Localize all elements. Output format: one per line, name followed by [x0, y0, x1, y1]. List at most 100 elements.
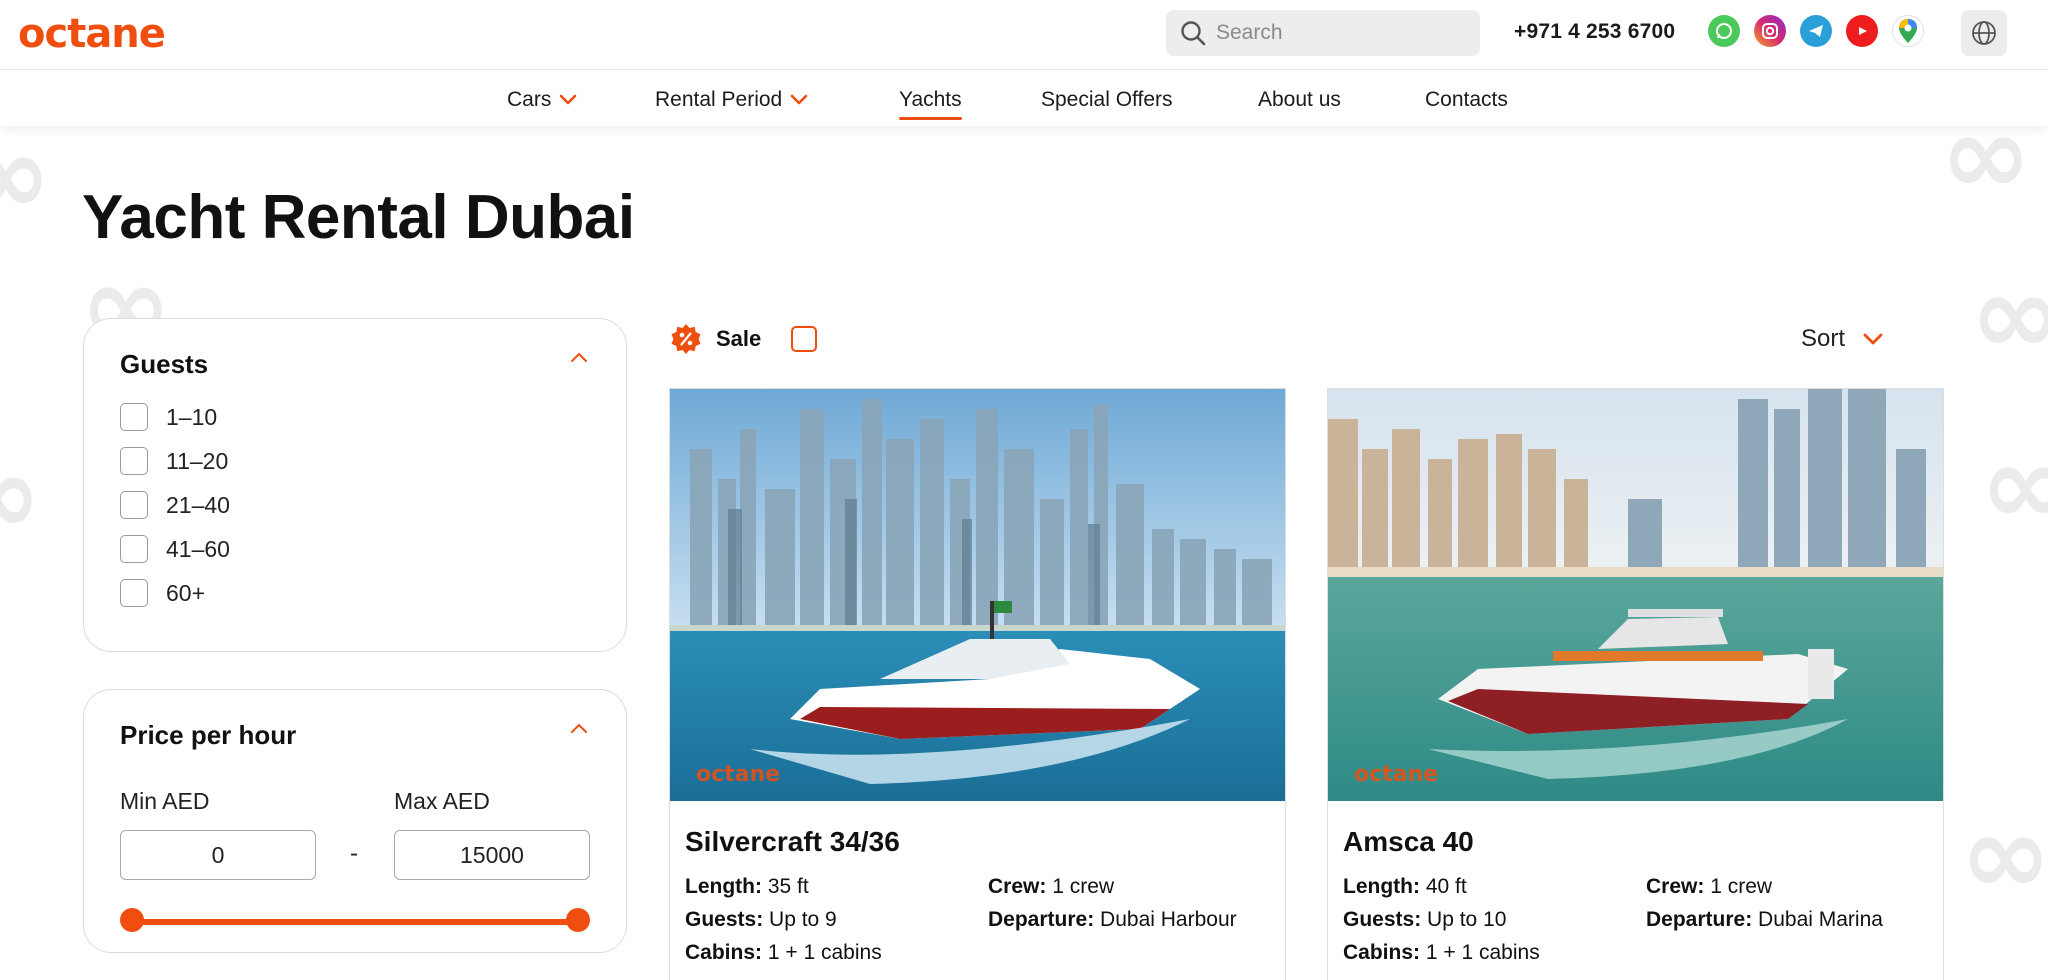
max-price-input[interactable]: [394, 830, 590, 880]
option-label: 60+: [166, 579, 206, 606]
spec-crew: Crew: 1 crew: [988, 875, 1114, 899]
spec-label: Guests:: [685, 908, 764, 931]
spec-label: Guests:: [1343, 908, 1422, 931]
sale-checkbox[interactable]: [791, 326, 818, 352]
nav-item-label: About us: [1258, 88, 1341, 111]
price-separator: -: [350, 840, 358, 867]
spec-value: 40 ft: [1425, 875, 1467, 898]
photo-watermark: octane: [1354, 762, 1439, 787]
nav-item-label: Yachts: [899, 88, 962, 111]
maps-icon[interactable]: [1892, 15, 1924, 47]
spec-guests: Guests: Up to 10: [1343, 908, 1506, 932]
spec-label: Departure:: [1646, 908, 1753, 931]
nav-item-contacts[interactable]: Contacts: [1425, 88, 1508, 112]
min-price-label: Min AED: [120, 788, 210, 814]
nav-item-cars[interactable]: Cars: [507, 88, 577, 112]
checkbox[interactable]: [120, 447, 148, 475]
yacht-card[interactable]: octane Silvercraft 34/36 Length: 35 ft C…: [669, 388, 1286, 980]
yacht-name[interactable]: Silvercraft 34/36: [685, 826, 900, 858]
spec-label: Length:: [685, 875, 762, 898]
max-price-label: Max AED: [394, 788, 490, 814]
sale-filter[interactable]: Sale: [670, 323, 818, 355]
option-label: 11–20: [166, 447, 229, 474]
nav-item-rental-period[interactable]: Rental Period: [655, 88, 808, 112]
spec-value: 1 + 1 cabins: [767, 941, 882, 964]
search-input[interactable]: [1216, 10, 1466, 56]
top-header: octane +971 4 253 6700: [0, 0, 2048, 70]
option-label: 41–60: [166, 535, 230, 562]
guests-option-11-20[interactable]: 11–20: [120, 447, 228, 475]
spec-label: Departure:: [988, 908, 1095, 931]
sale-label: Sale: [716, 326, 762, 351]
min-price-handle[interactable]: [120, 908, 144, 932]
guests-filter-title: Guests: [120, 349, 209, 379]
spec-value: Up to 10: [1427, 908, 1507, 931]
guests-option-60-plus[interactable]: 60+: [120, 579, 205, 607]
yacht-card[interactable]: octane Amsca 40 Length: 40 ft Crew: 1 cr…: [1327, 388, 1944, 980]
spec-departure: Departure: Dubai Harbour: [988, 908, 1237, 932]
background-watermark: ∞: [1980, 421, 2048, 549]
nav-item-label: Special Offers: [1041, 88, 1173, 111]
sale-badge-icon: [671, 324, 701, 354]
background-watermark: ∞: [1960, 791, 2048, 919]
yacht-photo[interactable]: octane: [670, 389, 1285, 801]
octane-logo[interactable]: octane: [18, 12, 166, 56]
option-label: 1–10: [166, 403, 218, 430]
price-filter-panel: Price per hour Min AED Max AED -: [83, 689, 627, 953]
search-box[interactable]: [1166, 10, 1480, 56]
option-label: 21–40: [166, 491, 230, 518]
page-title: Yacht Rental Dubai: [82, 183, 635, 252]
spec-value: 1 crew: [1710, 875, 1773, 898]
chevron-up-icon[interactable]: [570, 351, 588, 363]
sort-dropdown[interactable]: Sort: [1801, 325, 1883, 353]
spec-length: Length: 40 ft: [1343, 875, 1467, 899]
instagram-icon[interactable]: [1754, 15, 1786, 47]
guests-option-41-60[interactable]: 41–60: [120, 535, 230, 563]
spec-label: Length:: [1343, 875, 1420, 898]
phone-number[interactable]: +971 4 253 6700: [1514, 20, 1675, 44]
photo-watermark: octane: [696, 762, 781, 787]
spec-cabins: Cabins: 1 + 1 cabins: [685, 941, 882, 965]
yacht-name[interactable]: Amsca 40: [1343, 826, 1474, 858]
social-links: [1708, 15, 1924, 47]
guests-option-21-40[interactable]: 21–40: [120, 491, 230, 519]
nav-item-label: Contacts: [1425, 88, 1508, 111]
background-watermark: ∞: [0, 440, 42, 550]
youtube-icon[interactable]: [1846, 15, 1878, 47]
nav-item-label: Cars: [507, 88, 552, 111]
checkbox[interactable]: [120, 403, 148, 431]
whatsapp-icon[interactable]: [1708, 15, 1740, 47]
checkbox[interactable]: [120, 535, 148, 563]
guests-option-1-10[interactable]: 1–10: [120, 403, 217, 431]
chevron-up-icon[interactable]: [570, 722, 588, 734]
spec-value: Up to 9: [769, 908, 837, 931]
checkbox[interactable]: [120, 579, 148, 607]
spec-label: Cabins:: [1343, 941, 1421, 964]
spec-label: Cabins:: [685, 941, 763, 964]
language-button[interactable]: [1961, 10, 2007, 56]
yacht-photo[interactable]: octane: [1328, 389, 1943, 801]
nav-item-special-offers[interactable]: Special Offers: [1041, 88, 1173, 112]
chevron-down-icon: [790, 94, 808, 105]
price-filter-title: Price per hour: [120, 720, 297, 750]
nav-item-about-us[interactable]: About us: [1258, 88, 1341, 112]
max-price-handle[interactable]: [566, 908, 590, 932]
search-icon: [1181, 21, 1206, 46]
min-price-input[interactable]: [120, 830, 316, 880]
spec-departure: Departure: Dubai Marina: [1646, 908, 1883, 932]
spec-value: 35 ft: [767, 875, 809, 898]
globe-icon: [1972, 21, 1996, 45]
nav-item-label: Rental Period: [655, 88, 783, 111]
chevron-down-icon: [560, 94, 577, 105]
spec-guests: Guests: Up to 9: [685, 908, 837, 932]
spec-label: Crew:: [1646, 875, 1705, 898]
price-range-slider[interactable]: [132, 919, 578, 925]
spec-crew: Crew: 1 crew: [1646, 875, 1772, 899]
telegram-icon[interactable]: [1800, 15, 1832, 47]
guests-filter-panel: Guests 1–10 11–20 21–40 41–60 60+: [83, 318, 627, 652]
spec-value: 1 crew: [1052, 875, 1115, 898]
nav-item-yachts[interactable]: Yachts: [899, 88, 962, 120]
spec-value: 1 + 1 cabins: [1425, 941, 1540, 964]
spec-cabins: Cabins: 1 + 1 cabins: [1343, 941, 1540, 965]
checkbox[interactable]: [120, 491, 148, 519]
